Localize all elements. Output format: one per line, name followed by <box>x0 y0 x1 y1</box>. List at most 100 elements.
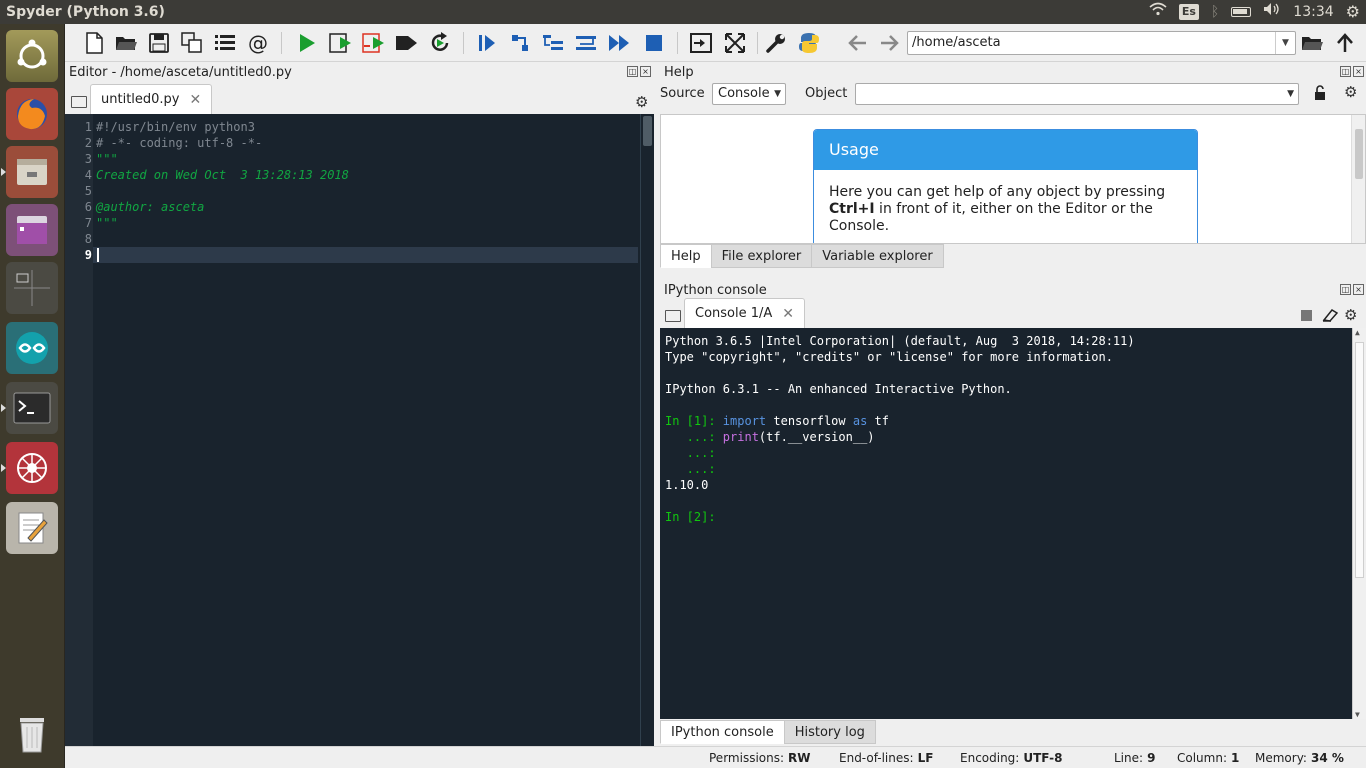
workspace-switcher-icon[interactable] <box>6 262 58 314</box>
object-input[interactable]: ▼ <box>855 83 1299 105</box>
open-file-icon[interactable] <box>112 29 140 57</box>
files-icon[interactable] <box>1 146 58 198</box>
close-pane-icon[interactable]: × <box>640 66 651 77</box>
python-path-icon[interactable] <box>795 29 823 57</box>
close-pane-icon[interactable]: × <box>1353 284 1364 295</box>
line-number: 7 <box>84 216 92 230</box>
line-number: 1 <box>84 120 92 134</box>
tab-console-1a[interactable]: Console 1/A ✕ <box>684 298 806 328</box>
help-scrollbar[interactable] <box>1351 115 1365 243</box>
bluetooth-icon[interactable]: ᛒ <box>1211 0 1219 24</box>
scrollbar-thumb[interactable] <box>643 116 652 146</box>
console-scrollbar[interactable]: ▲ ▼ <box>1352 328 1366 719</box>
code-editor[interactable]: 1 2 3 4 5 6 7 8 9 #!/usr/bin/env python3… <box>65 114 654 746</box>
save-file-icon[interactable] <box>145 29 173 57</box>
undock-icon[interactable]: ◫ <box>627 66 638 77</box>
browse-tabs-icon[interactable] <box>665 310 681 322</box>
code-text: (tf.__version__) <box>758 430 875 444</box>
working-directory-combo[interactable]: /home/asceta ▼ <box>907 31 1296 55</box>
status-line: Line: 9 <box>1114 751 1155 765</box>
scrollbar-thumb[interactable] <box>1355 342 1364 578</box>
help-options-gear-icon[interactable]: ⚙ <box>1344 84 1360 100</box>
text-editor-icon[interactable] <box>6 502 58 554</box>
status-label: Line: <box>1114 751 1144 765</box>
system-gear-icon[interactable]: ⚙ <box>1346 0 1360 24</box>
line-number: 2 <box>84 136 92 150</box>
step-into-icon[interactable] <box>539 29 567 57</box>
debug-icon[interactable] <box>473 29 501 57</box>
tab-label: untitled0.py <box>101 92 180 107</box>
keyword: import <box>722 414 767 428</box>
code-line: Created on Wed Oct 3 13:28:13 2018 <box>96 168 349 182</box>
save-all-icon[interactable] <box>178 29 206 57</box>
rerun-icon[interactable] <box>426 29 454 57</box>
clock[interactable]: 13:34 <box>1293 0 1333 24</box>
undock-icon[interactable]: ◫ <box>1340 284 1351 295</box>
close-tab-icon[interactable]: ✕ <box>782 306 794 322</box>
clear-console-icon[interactable] <box>1322 308 1339 326</box>
console-output[interactable]: Python 3.6.5 |Intel Corporation| (defaul… <box>660 328 1366 719</box>
scroll-down-arrow-icon[interactable]: ▼ <box>1355 710 1360 719</box>
step-icon[interactable] <box>506 29 534 57</box>
editor-options-gear-icon[interactable]: ⚙ <box>635 94 651 110</box>
parent-directory-icon[interactable] <box>1331 29 1359 57</box>
chevron-down-icon[interactable]: ▼ <box>1275 32 1295 54</box>
source-select[interactable]: Console ▼ <box>712 83 786 105</box>
builtin: print <box>722 430 759 444</box>
help-pane: Help ◫ × Source Console ▼ Object ▼ ⚙ Usa… <box>658 62 1366 294</box>
line-number-gutter: 1 2 3 4 5 6 7 8 9 <box>65 114 93 746</box>
run-cell-advance-icon[interactable] <box>360 29 388 57</box>
at-symbol-icon[interactable]: @ <box>244 29 272 57</box>
run-cell-icon[interactable] <box>327 29 355 57</box>
launcher <box>0 24 65 768</box>
tab-ipython-console[interactable]: IPython console <box>660 720 785 744</box>
help-pane-tabs: Help File explorer Variable explorer <box>660 244 944 268</box>
forward-arrow-icon[interactable] <box>875 29 903 57</box>
editor-pane: Editor - /home/asceta/untitled0.py ◫ × u… <box>65 62 654 746</box>
arduino-icon[interactable] <box>6 322 58 374</box>
tab-help[interactable]: Help <box>660 244 712 268</box>
run-selection-icon[interactable] <box>393 29 421 57</box>
code-line: """ <box>96 152 118 166</box>
line-number: 4 <box>84 168 92 182</box>
fullscreen-icon[interactable] <box>721 29 749 57</box>
firefox-icon[interactable] <box>6 88 58 140</box>
code-line: #!/usr/bin/env python3 <box>96 120 255 134</box>
browse-tabs-icon[interactable] <box>71 96 87 108</box>
close-pane-icon[interactable]: × <box>1353 66 1364 77</box>
stop-kernel-icon[interactable] <box>1301 310 1312 321</box>
browse-directory-icon[interactable] <box>1298 29 1326 57</box>
preferences-wrench-icon[interactable] <box>762 29 790 57</box>
stop-debug-icon[interactable] <box>640 29 668 57</box>
file-list-icon[interactable] <box>211 29 239 57</box>
run-icon[interactable] <box>293 29 321 57</box>
dash-home-icon[interactable] <box>6 30 58 82</box>
continuation-prompt: ...: <box>665 446 716 460</box>
software-center-icon[interactable] <box>6 204 58 256</box>
tab-untitled0[interactable]: untitled0.py ✕ <box>90 84 213 114</box>
maximize-pane-icon[interactable] <box>687 29 715 57</box>
console-options-gear-icon[interactable]: ⚙ <box>1344 307 1360 323</box>
console-banner: Python 3.6.5 |Intel Corporation| (defaul… <box>665 334 1135 348</box>
close-tab-icon[interactable]: ✕ <box>190 92 202 108</box>
scrollbar-thumb[interactable] <box>1355 129 1363 179</box>
back-arrow-icon[interactable] <box>844 29 872 57</box>
status-value: UTF-8 <box>1023 751 1063 765</box>
continue-icon[interactable] <box>605 29 633 57</box>
spyder-icon[interactable] <box>1 442 58 494</box>
scroll-up-arrow-icon[interactable]: ▲ <box>1355 328 1360 337</box>
tab-file-explorer[interactable]: File explorer <box>710 244 813 268</box>
tab-history-log[interactable]: History log <box>783 720 876 744</box>
tab-variable-explorer[interactable]: Variable explorer <box>811 244 944 268</box>
undock-icon[interactable]: ◫ <box>1340 66 1351 77</box>
trash-icon[interactable] <box>6 708 58 760</box>
editor-scrollbar[interactable] <box>640 114 654 746</box>
new-file-icon[interactable] <box>80 29 108 57</box>
wifi-icon[interactable] <box>1149 0 1167 24</box>
lock-icon[interactable] <box>1314 85 1326 105</box>
terminal-icon[interactable] <box>1 382 58 434</box>
volume-icon[interactable] <box>1263 0 1281 24</box>
battery-icon[interactable] <box>1231 7 1252 17</box>
step-return-icon[interactable] <box>572 29 600 57</box>
keyboard-layout-indicator[interactable]: Es <box>1178 4 1199 20</box>
